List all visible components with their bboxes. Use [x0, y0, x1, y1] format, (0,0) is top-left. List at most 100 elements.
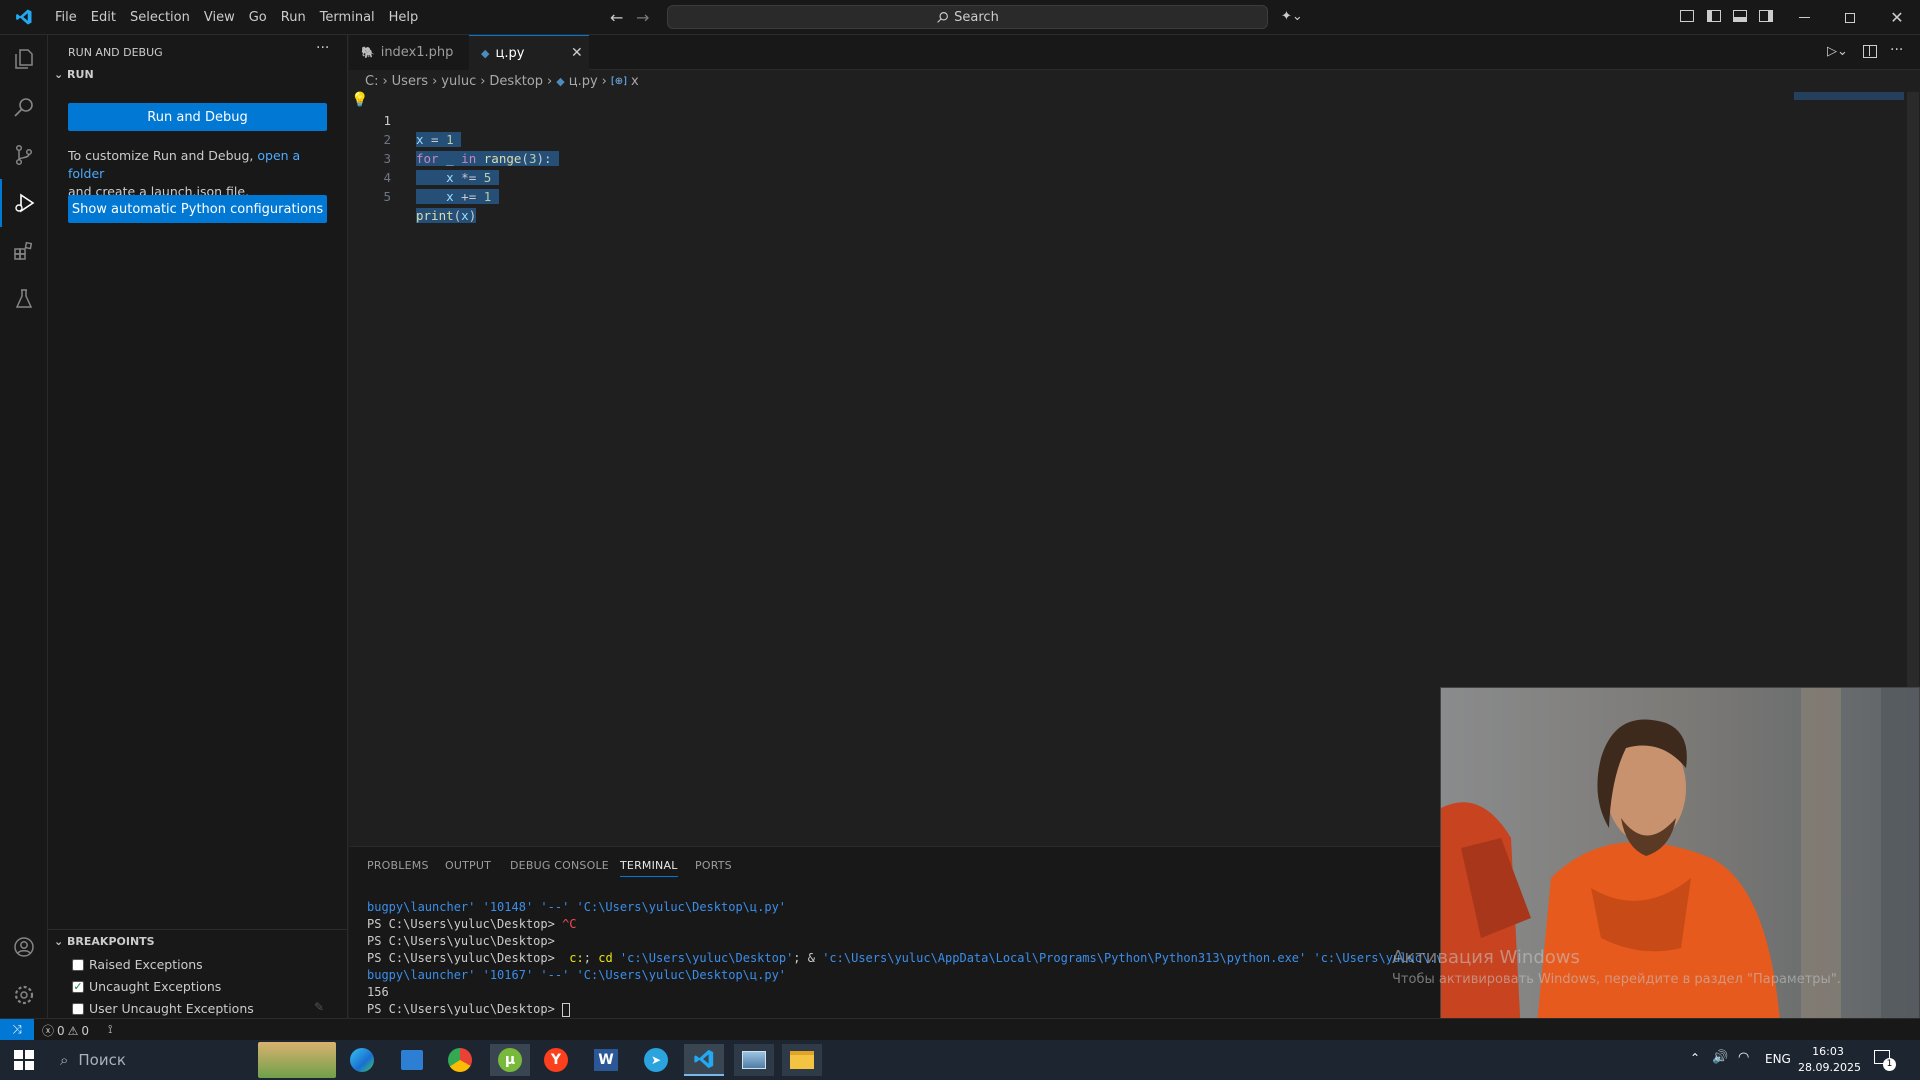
- accounts-icon[interactable]: [0, 923, 48, 971]
- tray-chevron-up-icon[interactable]: ⌃: [1690, 1051, 1700, 1065]
- windows-taskbar: ⌕ Поиск µ Y W ➤ ⌃ 🔊 ◠ ENG 16:03 28.09.20…: [0, 1040, 1920, 1080]
- back-arrow-icon[interactable]: ←: [610, 8, 623, 27]
- explorer-icon[interactable]: [0, 35, 48, 83]
- tab-problems[interactable]: PROBLEMS: [367, 859, 429, 872]
- terminal-line: PS C:\Users\yuluc\Desktop> ^C: [367, 916, 577, 933]
- breakpoints-title: BREAKPOINTS: [67, 935, 155, 948]
- breakpoint-label: Raised Exceptions: [89, 957, 203, 972]
- word-icon[interactable]: W: [586, 1044, 626, 1076]
- testing-flask-icon[interactable]: [0, 275, 48, 323]
- terminal-prompt: PS C:\Users\yuluc\Desktop>: [367, 917, 563, 931]
- problems-indicator[interactable]: ⓧ 0 ⚠ 0: [42, 1022, 89, 1039]
- screenshot-app-icon[interactable]: [734, 1044, 774, 1076]
- breadcrumb-item[interactable]: x: [631, 74, 639, 89]
- breakpoint-item[interactable]: User Uncaught Exceptions: [72, 1001, 254, 1016]
- file-explorer-icon[interactable]: [782, 1044, 822, 1076]
- search-view-icon[interactable]: [0, 83, 48, 131]
- remote-indicator-icon[interactable]: ⤨: [0, 1019, 34, 1040]
- run-python-file-icon[interactable]: ▷⌄: [1827, 44, 1848, 59]
- breadcrumb-item[interactable]: ц.py: [569, 74, 598, 89]
- code-line-2: 2 for _ in range(3):: [349, 111, 560, 166]
- source-control-icon[interactable]: [0, 131, 48, 179]
- edge-browser-icon[interactable]: [342, 1044, 382, 1076]
- menu-selection[interactable]: Selection: [123, 0, 197, 35]
- sidebar-title: RUN AND DEBUG: [68, 46, 163, 59]
- editor-scrollbar[interactable]: [1907, 92, 1919, 687]
- forward-arrow-icon[interactable]: →: [636, 8, 649, 27]
- terminal-prompt: PS C:\Users\yuluc\Desktop>: [367, 951, 563, 965]
- run-and-debug-icon[interactable]: [0, 179, 48, 227]
- breadcrumb-item[interactable]: Desktop: [489, 74, 543, 89]
- extensions-icon[interactable]: [0, 227, 48, 275]
- run-section-header[interactable]: ⌄ RUN: [54, 68, 94, 81]
- vscode-taskbar-icon[interactable]: [684, 1044, 724, 1076]
- status-bar: ⤨ ⓧ 0 ⚠ 0 ⟟: [0, 1018, 1920, 1040]
- menu-edit[interactable]: Edit: [84, 0, 123, 35]
- breadcrumb-item[interactable]: yuluc: [441, 74, 476, 89]
- split-editor-icon[interactable]: [1863, 45, 1877, 58]
- close-window-button[interactable]: ✕: [1874, 0, 1920, 35]
- terminal-text: ;: [583, 951, 599, 965]
- tab-debug-console[interactable]: DEBUG CONSOLE: [510, 859, 609, 872]
- editor-more-actions-icon[interactable]: ···: [1890, 42, 1903, 58]
- menu-terminal[interactable]: Terminal: [313, 0, 382, 35]
- breakpoints-section-header[interactable]: ⌄ BREAKPOINTS: [54, 935, 155, 948]
- command-center-search[interactable]: Search: [667, 5, 1268, 29]
- settings-gear-icon[interactable]: [0, 971, 48, 1019]
- menu-help[interactable]: Help: [382, 0, 426, 35]
- search-label: Search: [954, 9, 999, 25]
- telegram-icon[interactable]: ➤: [636, 1044, 676, 1076]
- minimize-button[interactable]: [1781, 0, 1827, 35]
- close-tab-icon[interactable]: ✕: [571, 45, 583, 61]
- toggle-panel-icon[interactable]: [1733, 10, 1747, 22]
- minimap[interactable]: [1794, 92, 1904, 100]
- language-indicator[interactable]: ENG: [1765, 1052, 1791, 1066]
- breadcrumb-item[interactable]: Users: [392, 74, 428, 89]
- terminal-line[interactable]: PS C:\Users\yuluc\Desktop>: [367, 1001, 571, 1018]
- tab-output[interactable]: OUTPUT: [445, 859, 491, 872]
- run-and-debug-button[interactable]: Run and Debug: [68, 103, 327, 131]
- toggle-primary-sidebar-icon[interactable]: [1707, 10, 1721, 22]
- tab-ports[interactable]: PORTS: [695, 859, 732, 872]
- menu-run[interactable]: Run: [274, 0, 313, 35]
- chevron-right-icon: ›: [480, 73, 486, 89]
- restore-button[interactable]: [1827, 0, 1873, 35]
- chrome-icon[interactable]: [440, 1044, 480, 1076]
- chevron-right-icon: ›: [382, 73, 388, 89]
- windows-activation-title: Активация Windows: [1392, 947, 1580, 968]
- menu-file[interactable]: File: [48, 0, 84, 35]
- customize-layout-icon[interactable]: [1680, 10, 1694, 22]
- checkbox-user-uncaught-exceptions[interactable]: [72, 1002, 84, 1015]
- breadcrumb-item[interactable]: C:: [365, 74, 378, 89]
- menu-view[interactable]: View: [197, 0, 242, 35]
- checkbox-raised-exceptions[interactable]: [72, 958, 84, 971]
- windows-start-icon[interactable]: [4, 1044, 44, 1076]
- notification-count-badge: 1: [1883, 1058, 1896, 1071]
- wifi-icon[interactable]: ◠: [1738, 1050, 1749, 1065]
- tab-terminal[interactable]: TERMINAL: [620, 859, 678, 877]
- edit-pencil-icon[interactable]: ✎: [314, 1000, 324, 1014]
- tab-c-py[interactable]: ◆ ц.py ✕: [469, 35, 589, 70]
- show-python-configurations-button[interactable]: Show automatic Python configurations: [68, 195, 327, 223]
- terminal-line: bugpy\launcher' '10167' '--' 'C:\Users\y…: [367, 967, 786, 984]
- utorrent-icon[interactable]: µ: [490, 1044, 530, 1076]
- checkbox-uncaught-exceptions-checked[interactable]: ✓: [72, 980, 84, 993]
- yandex-browser-icon[interactable]: Y: [536, 1044, 576, 1076]
- clock-date: 28.09.2025: [1798, 1061, 1861, 1074]
- error-count: 0: [57, 1023, 65, 1038]
- more-actions-icon[interactable]: ···: [316, 40, 329, 56]
- microsoft-store-icon[interactable]: [392, 1044, 432, 1076]
- copilot-icon[interactable]: ✦⌄: [1281, 9, 1303, 24]
- volume-icon[interactable]: 🔊: [1712, 1050, 1728, 1065]
- menu-go[interactable]: Go: [242, 0, 274, 35]
- notification-center-icon[interactable]: 1: [1870, 1048, 1896, 1072]
- warning-count: 0: [81, 1023, 90, 1038]
- toggle-secondary-sidebar-icon[interactable]: [1759, 10, 1773, 22]
- breakpoint-label: Uncaught Exceptions: [89, 979, 222, 994]
- tab-index1-php[interactable]: 🐘 index1.php: [349, 35, 469, 70]
- breakpoint-item[interactable]: ✓ Uncaught Exceptions: [72, 979, 221, 994]
- variable-symbol-icon: [⊕]: [610, 75, 628, 87]
- clock[interactable]: 16:03 28.09.2025: [1798, 1044, 1861, 1076]
- breakpoint-item[interactable]: Raised Exceptions: [72, 957, 203, 972]
- ports-forward-icon[interactable]: ⟟: [108, 1022, 112, 1037]
